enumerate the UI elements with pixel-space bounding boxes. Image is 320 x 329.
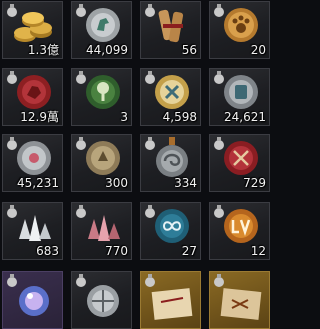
inventory-slot-bronze-token[interactable]: 300	[71, 134, 132, 192]
item-quantity: 27	[181, 244, 197, 258]
treasure-map-icon	[220, 288, 262, 320]
item-quantity: 1.3億	[27, 43, 59, 57]
item-quantity: 12.9萬	[20, 110, 59, 124]
gold-rune-seal-icon	[155, 75, 189, 109]
item-quantity: 683	[36, 244, 59, 258]
inventory-slot-pink-crystal[interactable]: 770	[71, 202, 132, 260]
item-quantity: 24,621	[224, 110, 266, 124]
inventory-slot-lv-seal[interactable]: 12	[209, 202, 270, 260]
item-quantity: 300	[105, 176, 128, 190]
infinity-seal-icon	[155, 209, 189, 243]
inventory-slot-silver-pink-seal[interactable]: 45,231	[2, 134, 63, 192]
compass-coin-icon	[87, 285, 119, 317]
inventory-slot-infinity-seal[interactable]: 27	[140, 202, 201, 260]
item-quantity: 56	[181, 43, 197, 57]
item-quantity: 44,099	[86, 43, 128, 57]
parchment-map-icon	[151, 288, 193, 320]
pink-crystal-icon	[88, 215, 120, 241]
inventory-slot-crossed-swords-seal[interactable]: 729	[209, 134, 270, 192]
gold-coins-icon	[14, 12, 52, 42]
inventory-slot-gold-coins[interactable]: 1.3億	[2, 1, 63, 59]
item-quantity: 3	[120, 110, 128, 124]
inventory-slot-gold-rune-seal[interactable]: 4,598	[140, 68, 201, 126]
inventory-grid: 1.3億 44,099 56 20 12.9萬 3 4,598 24,621 4…	[0, 0, 274, 329]
swirl-medallion-icon	[156, 137, 188, 177]
inventory-slot-parchment-map[interactable]	[140, 271, 201, 329]
crossed-swords-seal-icon	[224, 141, 258, 175]
item-quantity: 729	[243, 176, 266, 190]
item-quantity: 20	[250, 43, 266, 57]
inventory-slot-paw-seal[interactable]: 20	[209, 1, 270, 59]
inventory-slot-silver-horse-seal[interactable]: 44,099	[71, 1, 132, 59]
item-quantity: 12	[250, 244, 266, 258]
item-quantity: 334	[174, 176, 197, 190]
inventory-slot-red-wax-seal[interactable]: 12.9萬	[2, 68, 63, 126]
inventory-slot-treasure-map[interactable]	[209, 271, 270, 329]
inventory-slot-scroll-bundle[interactable]: 56	[140, 1, 201, 59]
item-quantity: 4,598	[162, 110, 197, 124]
lv-seal-icon	[224, 209, 258, 243]
bronze-token-icon	[86, 141, 120, 175]
inventory-slot-compass-coin[interactable]	[71, 271, 132, 329]
inventory-slot-green-tree-seal[interactable]: 3	[71, 68, 132, 126]
inventory-slot-silver-rune-seal[interactable]: 24,621	[209, 68, 270, 126]
silver-pink-seal-icon	[17, 141, 51, 175]
silver-horse-seal-icon	[86, 8, 120, 42]
item-quantity: 45,231	[17, 176, 59, 190]
arcane-orb-icon	[19, 286, 49, 316]
green-tree-seal-icon	[86, 75, 120, 109]
scroll-bundle-icon	[158, 9, 184, 43]
item-quantity: 770	[105, 244, 128, 258]
paw-seal-icon	[224, 8, 258, 42]
inventory-slot-swirl-medallion[interactable]: 334	[140, 134, 201, 192]
silver-rune-seal-icon	[224, 75, 258, 109]
white-crystal-icon	[19, 215, 51, 241]
red-wax-seal-icon	[17, 75, 51, 109]
inventory-slot-white-crystal[interactable]: 683	[2, 202, 63, 260]
inventory-slot-arcane-orb[interactable]	[2, 271, 63, 329]
